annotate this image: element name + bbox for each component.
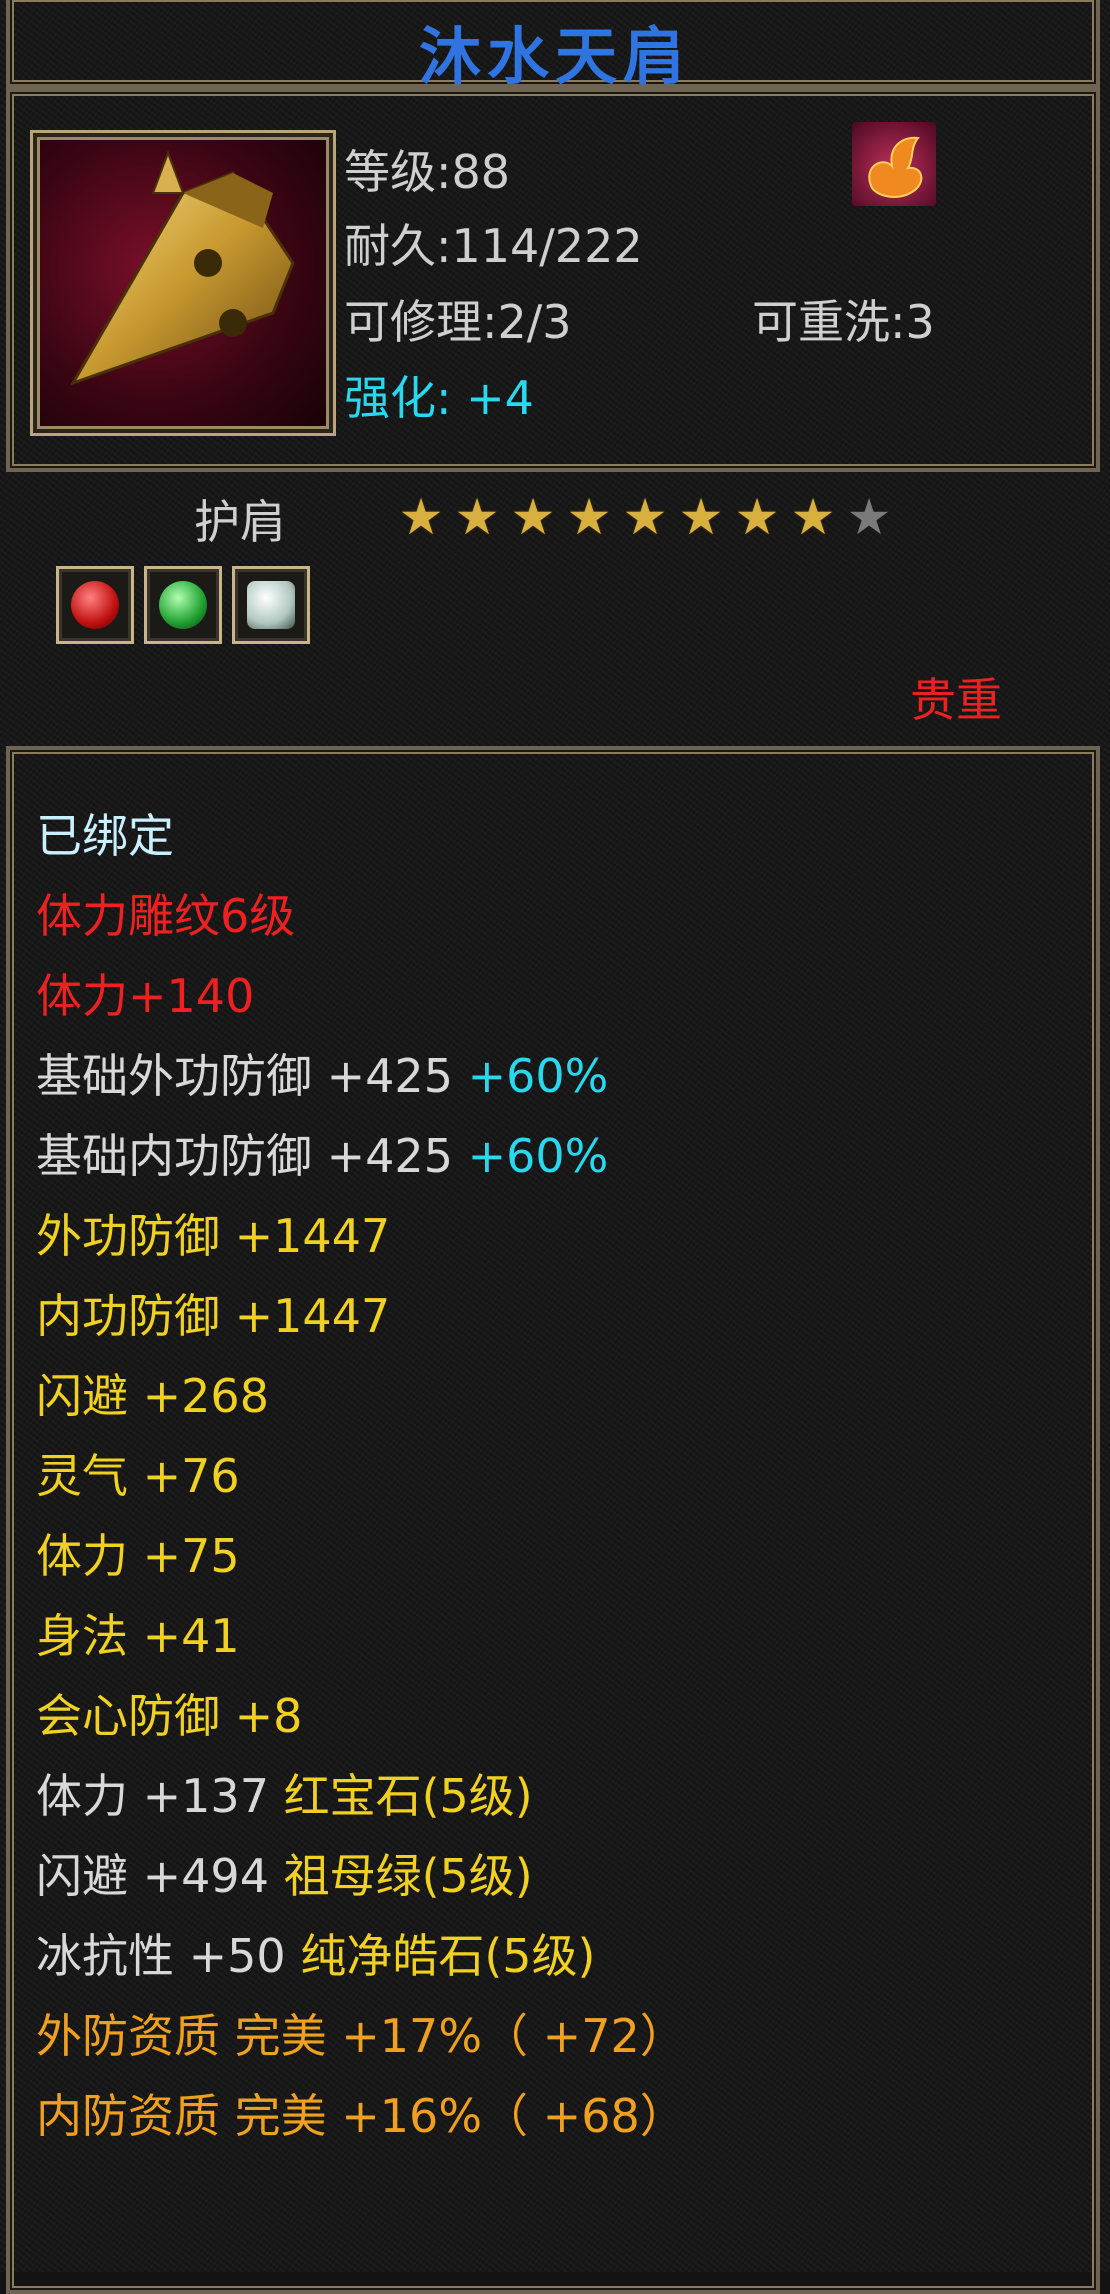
gem-stat-value: 体力 +137	[36, 1769, 269, 1823]
repairable-text: 可修理:2/3	[344, 295, 572, 349]
stat-label: 基础内功防御 +425	[36, 1129, 453, 1183]
star-filled-icon: ★	[734, 488, 780, 546]
stat-percent: +60%	[467, 1049, 609, 1103]
gem-name: 纯净皓石(5级)	[300, 1929, 596, 1983]
gem-stat-1: 体力 +137 红宝石(5级)	[36, 1760, 533, 1826]
star-empty-icon: ★	[846, 488, 892, 546]
star-filled-icon: ★	[510, 488, 556, 546]
item-type: 护肩	[194, 495, 286, 549]
emerald-gem-icon	[159, 581, 207, 629]
stat-label: 基础外功防御 +425	[36, 1049, 453, 1103]
stat-int-def: 内功防御 +1447	[36, 1289, 391, 1343]
level-text: 等级:88	[344, 145, 511, 199]
stat-crit-def: 会心防御 +8	[36, 1689, 303, 1743]
stat-ext-def: 外功防御 +1447	[36, 1209, 391, 1263]
item-title: 沐水天肩	[418, 20, 691, 93]
flame-badge-icon	[852, 122, 936, 206]
carving-bonus: 体力+140	[36, 969, 255, 1023]
gem-stat-value: 闪避 +494	[36, 1849, 269, 1903]
item-icon	[30, 130, 336, 436]
gem-stat-2: 闪避 +494 祖母绿(5级)	[36, 1840, 533, 1906]
gem-stat-value: 冰抗性 +50	[36, 1929, 286, 1983]
shoulder-armor-icon	[69, 150, 295, 386]
quality-int: 内防资质 完美 +16%（ +68）	[36, 2089, 686, 2143]
gem-slot-3[interactable]	[232, 566, 310, 644]
star-rating: ★ ★ ★ ★ ★ ★ ★ ★ ★	[396, 492, 894, 542]
gem-name: 祖母绿(5级)	[283, 1849, 533, 1903]
star-filled-icon: ★	[566, 488, 612, 546]
enhance-label: 强化:	[344, 371, 452, 425]
star-filled-icon: ★	[622, 488, 668, 546]
quality-ext: 外防资质 完美 +17%（ +72）	[36, 2009, 686, 2063]
durability-text: 耐久:114/222	[344, 219, 643, 273]
stat-percent: +60%	[467, 1129, 609, 1183]
stat-stamina: 体力 +75	[36, 1529, 240, 1583]
gem-slot-2[interactable]	[144, 566, 222, 644]
enhance-row: 强化: +4	[344, 362, 534, 428]
rarity-badge: 贵重	[910, 673, 1002, 727]
star-filled-icon: ★	[398, 488, 444, 546]
star-filled-icon: ★	[678, 488, 724, 546]
gem-stat-3: 冰抗性 +50 纯净皓石(5级)	[36, 1920, 596, 1986]
rewashable-text: 可重洗:3	[752, 295, 935, 349]
diamond-gem-icon	[247, 581, 295, 629]
bound-status: 已绑定	[36, 809, 174, 863]
stat-agility: 身法 +41	[36, 1609, 240, 1663]
gem-name: 红宝石(5级)	[283, 1769, 533, 1823]
star-filled-icon: ★	[454, 488, 500, 546]
carving-level: 体力雕纹6级	[36, 889, 296, 943]
stat-spirit: 灵气 +76	[36, 1449, 240, 1503]
stat-dodge: 闪避 +268	[36, 1369, 269, 1423]
star-filled-icon: ★	[790, 488, 836, 546]
stat-base-ext-def: 基础外功防御 +425 +60%	[36, 1040, 608, 1106]
gem-slot-1[interactable]	[56, 566, 134, 644]
ruby-gem-icon	[71, 581, 119, 629]
stat-base-int-def: 基础内功防御 +425 +60%	[36, 1120, 608, 1186]
enhance-value: +4	[466, 371, 534, 425]
